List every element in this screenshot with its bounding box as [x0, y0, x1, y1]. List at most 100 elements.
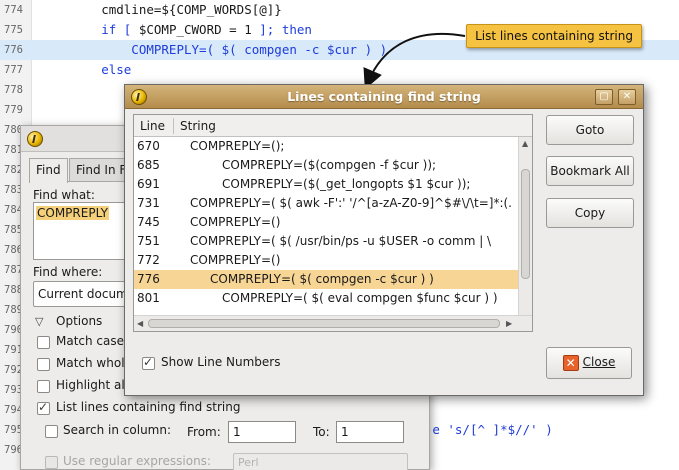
- result-row[interactable]: 751 COMPREPLY=( $( /usr/bin/ps -u $USER -…: [134, 232, 518, 251]
- result-line-number: 745: [137, 215, 160, 229]
- result-row[interactable]: 772 COMPREPLY=(): [134, 251, 518, 270]
- regex-select[interactable]: Perl: [233, 453, 408, 470]
- result-line-number: 751: [137, 234, 160, 248]
- lines-dialog: Lines containing find string ▢ ✕ Line St…: [124, 84, 644, 396]
- close-icon[interactable]: ✕: [618, 89, 636, 105]
- goto-button-label: Goto: [575, 123, 605, 137]
- result-row[interactable]: 745 COMPREPLY=(): [134, 213, 518, 232]
- tab-find[interactable]: Find: [29, 158, 68, 183]
- search-in-column-label: Search in column:: [63, 423, 172, 437]
- line-number: 779: [4, 104, 23, 116]
- col-string-header[interactable]: String: [180, 115, 216, 137]
- copy-button-label: Copy: [574, 206, 606, 220]
- result-row[interactable]: 731 COMPREPLY=( $( awk -F':' '/^[a-zA-Z0-…: [134, 194, 518, 213]
- highlight-all-label: Highlight al: [56, 378, 125, 392]
- result-string: COMPREPLY=( $( compgen -c $cur ) ): [210, 272, 434, 286]
- code-text: COMPREPLY=( $( compgen -c $cur ) ): [41, 40, 387, 60]
- col-line-header[interactable]: Line: [140, 115, 165, 137]
- tab-find-label: Find: [36, 163, 61, 177]
- code-token: ]; then: [251, 22, 312, 37]
- match-whole-word-label: Match whol: [56, 356, 125, 370]
- find-what-label: Find what:: [33, 188, 95, 202]
- horizontal-scrollbar[interactable]: ◀ ▶: [134, 315, 532, 331]
- use-regex-label: Use regular expressions:: [63, 454, 211, 468]
- tab-find-in-files[interactable]: Find In F: [69, 158, 125, 182]
- scroll-up-icon[interactable]: ▲: [522, 139, 528, 148]
- lines-dialog-titlebar[interactable]: Lines containing find string ▢ ✕: [125, 85, 643, 109]
- to-input[interactable]: 1: [336, 421, 404, 443]
- list-header: Line String: [134, 115, 532, 137]
- result-string: COMPREPLY=( $( /usr/bin/ps -u $USER -o c…: [190, 234, 492, 248]
- match-case-checkbox[interactable]: [37, 336, 50, 349]
- app-icon: [27, 131, 43, 147]
- bookmark-all-button[interactable]: Bookmark All: [546, 156, 634, 186]
- find-what-value: COMPREPLY: [36, 206, 109, 220]
- result-string: COMPREPLY=(): [190, 253, 281, 267]
- lines-dialog-title: Lines containing find string: [287, 89, 481, 104]
- options-expander-icon[interactable]: ▽: [35, 315, 43, 328]
- regex-value: Perl: [238, 456, 259, 469]
- scroll-left-icon[interactable]: ◀: [137, 319, 143, 328]
- result-line-number: 685: [137, 158, 160, 172]
- result-string: COMPREPLY=($(_get_longopts $1 $cur ));: [222, 177, 471, 191]
- scroll-right-icon[interactable]: ▶: [506, 319, 512, 328]
- use-regex-checkbox[interactable]: [45, 456, 58, 469]
- result-line-number: 670: [137, 139, 160, 153]
- vertical-scrollbar[interactable]: ▲: [518, 137, 532, 315]
- from-label: From:: [187, 425, 221, 439]
- highlight-all-checkbox[interactable]: [37, 380, 50, 393]
- to-value: 1: [341, 425, 349, 439]
- result-string: COMPREPLY=();: [190, 139, 285, 153]
- list-lines-checkbox[interactable]: [37, 400, 50, 415]
- options-label[interactable]: Options: [56, 314, 102, 328]
- bookmark-all-button-label: Bookmark All: [550, 164, 630, 178]
- vertical-scroll-thumb[interactable]: [521, 169, 530, 279]
- result-string: COMPREPLY=( $( eval compgen $func $cur )…: [222, 291, 498, 305]
- result-row[interactable]: 801 COMPREPLY=( $( eval compgen $func $cu…: [134, 289, 518, 308]
- result-row[interactable]: 691 COMPREPLY=($(_get_longopts $1 $cur ))…: [134, 175, 518, 194]
- code-text: else: [41, 60, 131, 80]
- code-token: $COMP_CWORD = 1: [138, 22, 252, 37]
- result-row[interactable]: 685 COMPREPLY=($(compgen -f $cur ));: [134, 156, 518, 175]
- code-text: if [ $COMP_CWORD = 1 ]; then: [41, 20, 312, 40]
- find-where-label: Find where:: [33, 265, 103, 279]
- code-token: if [: [41, 22, 139, 37]
- result-row[interactable]: 670 COMPREPLY=();: [134, 137, 518, 156]
- list-lines-label: List lines containing find string: [56, 400, 241, 414]
- result-string: COMPREPLY=(): [190, 215, 281, 229]
- match-whole-word-checkbox[interactable]: [37, 358, 50, 371]
- column-separator[interactable]: [173, 118, 174, 134]
- callout-label: List lines containing string: [466, 24, 642, 48]
- goto-button[interactable]: Goto: [546, 115, 634, 145]
- code-token: COMPREPLY=( $( compgen -c $cur ) ): [41, 42, 388, 57]
- show-line-numbers-label: Show Line Numbers: [161, 355, 281, 369]
- copy-button[interactable]: Copy: [546, 198, 634, 228]
- close-button-label: Close: [582, 355, 616, 369]
- result-line-number: 801: [137, 291, 160, 305]
- code-token: else: [41, 62, 132, 77]
- close-button[interactable]: ✕ Close: [546, 347, 632, 379]
- result-row[interactable]: 776 COMPREPLY=( $( compgen -c $cur ) ): [134, 270, 518, 289]
- line-number: 776: [4, 44, 23, 56]
- code-text: cmdline=${COMP_WORDS[@]}: [41, 0, 282, 20]
- close-button-icon: ✕: [562, 354, 579, 371]
- tab-find-in-files-label: Find In F: [76, 163, 125, 177]
- line-number: 775: [4, 24, 23, 36]
- to-label: To:: [313, 425, 330, 439]
- result-string: COMPREPLY=( $( awk -F':' '/^[a-zA-Z0-9]^…: [190, 196, 512, 210]
- result-line-number: 776: [137, 272, 160, 286]
- from-input[interactable]: 1: [228, 421, 296, 443]
- code-line[interactable]: 774 cmdline=${COMP_WORDS[@]}: [0, 0, 679, 20]
- line-number: 778: [4, 84, 23, 96]
- horizontal-scroll-thumb[interactable]: [148, 319, 500, 328]
- find-where-value: Current docum: [38, 287, 128, 301]
- result-line-number: 691: [137, 177, 160, 191]
- line-number: 777: [4, 64, 23, 76]
- result-string: COMPREPLY=($(compgen -f $cur ));: [222, 158, 437, 172]
- line-number: 774: [4, 4, 23, 16]
- maximize-icon[interactable]: ▢: [595, 89, 613, 105]
- result-line-number: 772: [137, 253, 160, 267]
- search-in-column-checkbox[interactable]: [45, 425, 58, 438]
- show-line-numbers-checkbox[interactable]: [142, 355, 155, 370]
- results-list[interactable]: Line String 670 COMPREPLY=(); 685 COMPREPLY…: [133, 114, 533, 332]
